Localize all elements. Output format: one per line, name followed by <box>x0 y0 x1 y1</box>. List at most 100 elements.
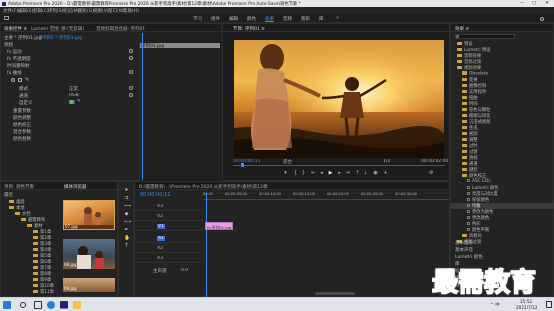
tab-effects[interactable]: 效果 ≡ <box>455 26 469 32</box>
tab-audio-mixer[interactable]: 音频剪辑混合器: 序列01 <box>96 26 145 32</box>
add-button-icon[interactable]: + <box>383 171 388 176</box>
effects-search-field[interactable] <box>455 34 515 39</box>
premiere-pro-icon[interactable] <box>60 301 68 309</box>
minimize-button[interactable]: — <box>520 1 525 6</box>
timeline-scrollbar[interactable] <box>315 292 355 295</box>
tab-lumetri-scopes[interactable]: Lumetri 范围 <box>31 26 59 32</box>
step-forward-icon[interactable]: ▸ <box>337 171 342 176</box>
play-icon[interactable]: ▶ <box>328 171 333 176</box>
tab-program[interactable]: 节目: 序列01 ≡ <box>233 26 265 32</box>
tab-source[interactable]: 源:(无剪辑) <box>61 26 84 32</box>
razor-tool-icon[interactable]: ◆ <box>124 212 129 217</box>
maximize-button[interactable]: ▢ <box>532 1 536 6</box>
program-timecode[interactable]: 00:00:00:11 <box>233 159 260 164</box>
mark-out-icon[interactable]: } <box>301 171 306 176</box>
search-icon[interactable] <box>540 16 544 21</box>
pen-tool-icon[interactable]: ✒ <box>124 228 129 233</box>
tray-icons[interactable]: ^ 中 <box>490 302 500 308</box>
group-curves[interactable]: fx 曲线 <box>7 70 22 76</box>
folder-icon <box>462 83 467 88</box>
tab-effect-controls[interactable]: 效果控件 ≡ <box>4 26 27 32</box>
group-time-remap[interactable]: 时间重映射 <box>7 63 30 69</box>
extract-icon[interactable]: ⇣ <box>363 171 368 176</box>
clip-badge[interactable]: 序列01.jpg <box>140 43 220 48</box>
track-select-tool-icon[interactable]: ⇉ <box>124 196 129 201</box>
more-workspaces-icon[interactable]: » <box>336 15 339 21</box>
tab-media-browser[interactable]: 媒体浏览器 <box>64 184 87 190</box>
clock-time[interactable]: 15:52 <box>520 299 532 304</box>
close-button[interactable]: ✕ <box>545 1 549 6</box>
resolution-dropdown[interactable]: 1/2 <box>383 159 390 164</box>
clock-date[interactable]: 2021/7/12 <box>516 305 537 310</box>
track-a1[interactable]: A1 <box>135 234 203 243</box>
group-motion[interactable]: fx 运动 <box>7 49 22 55</box>
group-opacity[interactable]: fx 不透明度 <box>7 56 31 62</box>
sub-item-adjust[interactable]: 颜色调整 <box>13 115 31 121</box>
ripple-edit-tool-icon[interactable]: ⟺ <box>124 204 131 209</box>
track-v1[interactable]: V1 <box>135 222 203 231</box>
v1-clip[interactable]: fx 序列01.jpg <box>205 222 233 230</box>
go-to-out-icon[interactable]: ⇥ <box>345 171 350 176</box>
edge-browser-icon[interactable] <box>47 301 55 309</box>
mask-rect-icon[interactable] <box>18 78 22 82</box>
track-a2[interactable]: A2 <box>135 244 203 253</box>
panel-essential-sound[interactable]: 基本声音 <box>455 247 473 253</box>
reset-icon[interactable] <box>129 93 133 97</box>
prop-channel-value[interactable]: RGB <box>69 93 79 98</box>
windows-start-icon[interactable] <box>3 301 11 309</box>
task-view-icon[interactable] <box>34 301 42 309</box>
monitor-playhead-icon[interactable] <box>241 163 244 167</box>
sub-item-blend[interactable]: 混合参数 <box>13 129 31 135</box>
sequence-label[interactable]: 序列01 * 序列01.jpg <box>39 35 82 41</box>
lift-icon[interactable]: ⇡ <box>355 171 360 176</box>
track-v3[interactable]: V3 <box>135 202 203 211</box>
thumbnail-item[interactable]: 09.jpg <box>63 278 115 292</box>
export-frame-icon[interactable]: ◉ <box>373 171 378 176</box>
reset-icon[interactable] <box>129 49 133 53</box>
prop-mode-value[interactable]: 正常 <box>69 86 78 92</box>
thumbnail-item[interactable]: 08.jpg <box>63 239 115 269</box>
track-v2[interactable]: V2 <box>135 212 203 221</box>
workspace-assembly[interactable]: 组件 <box>211 16 220 22</box>
thumbnail-item[interactable]: 07.jpg <box>63 200 115 230</box>
workspace-graphics[interactable]: 图形 <box>301 16 310 22</box>
mask-ellipse-icon[interactable] <box>11 78 15 82</box>
workspace-audio[interactable]: 音频 <box>283 16 292 22</box>
workspace-color[interactable]: 颜色 <box>247 16 256 22</box>
sub-item-reset[interactable]: 重置参数 <box>13 108 31 114</box>
mark-in-icon[interactable]: { <box>293 171 298 176</box>
panel-lumetri-color[interactable]: Lumetri 颜色 <box>455 254 483 260</box>
reset-icon[interactable] <box>129 86 133 90</box>
search-icon[interactable] <box>20 302 26 308</box>
marker-icon[interactable]: ▾ <box>283 171 288 176</box>
wrench-icon[interactable]: ⚙ <box>429 170 433 176</box>
selection-tool-icon[interactable]: ➤ <box>124 188 129 193</box>
workspace-libraries[interactable]: 库 <box>319 16 324 22</box>
track-a3[interactable]: A3 <box>135 254 203 263</box>
notification-icon[interactable] <box>546 301 552 308</box>
reset-icon[interactable] <box>129 56 133 60</box>
sub-item-correct[interactable]: 颜色校正 <box>13 122 31 128</box>
file-explorer-icon[interactable] <box>73 301 81 309</box>
tab-project[interactable]: 项目: 调色节奏 <box>4 184 34 190</box>
mask-pen-icon[interactable]: ✎ <box>25 77 29 83</box>
sub-item-replace[interactable]: 颜色替换 <box>13 136 31 142</box>
workspace-editing[interactable]: 编辑 <box>229 16 238 22</box>
folder-item[interactable]: 第11章 <box>33 289 54 295</box>
track-master[interactable]: 主声道 0.0 <box>135 266 203 275</box>
folder-icon <box>33 229 38 234</box>
reset-icon[interactable] <box>129 70 133 74</box>
go-to-in-icon[interactable]: ⇤ <box>311 171 316 176</box>
panel-essential-graphics[interactable]: 基本图形 <box>455 240 473 246</box>
curve-swatch[interactable] <box>69 100 75 104</box>
step-back-icon[interactable]: ◂ <box>319 171 324 176</box>
workspace-learn[interactable]: 学习 <box>193 16 202 22</box>
custom-edit-icon[interactable]: ✎ <box>77 99 81 104</box>
slip-tool-icon[interactable]: ⟷ <box>124 220 131 225</box>
timeline-playhead[interactable] <box>206 193 207 297</box>
hand-tool-icon[interactable]: ✋ <box>124 236 130 241</box>
home-icon[interactable] <box>4 16 9 20</box>
timeline-timecode[interactable]: 00:00:00:11 <box>140 192 171 198</box>
type-tool-icon[interactable]: T <box>124 244 129 249</box>
tab-sequence-path[interactable]: D:\最需教育\...\Premiere Pro 2020 从新手到高手\素材\… <box>139 184 324 190</box>
